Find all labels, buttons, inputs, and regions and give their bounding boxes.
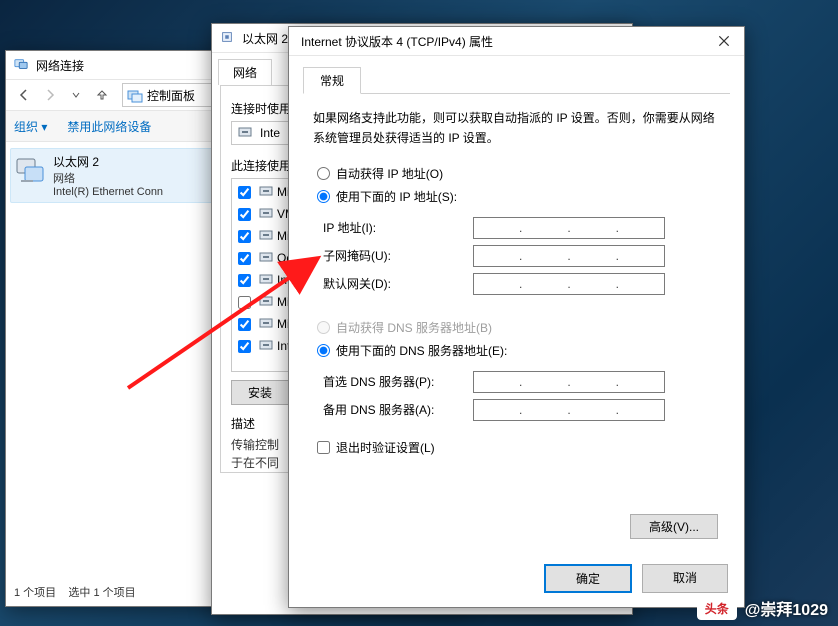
adapter-name: 以太网 2 [53,153,163,170]
protocol-checkbox[interactable] [238,340,251,353]
close-button[interactable] [704,27,744,55]
protocol-checkbox[interactable] [238,230,251,243]
radio-use-dns[interactable]: 使用下面的 DNS 服务器地址(E): [313,342,720,359]
adapter-name-short: Inte [260,126,280,140]
dns1-input[interactable]: ... [473,371,665,393]
protocol-checkbox[interactable] [238,186,251,199]
breadcrumb-text: 控制面板 [147,87,195,104]
nic-icon [238,124,254,143]
dns2-label: 备用 DNS 服务器(A): [323,401,473,418]
protocol-checkbox[interactable] [238,274,251,287]
protocol-icon [259,206,273,223]
network-icon [14,57,30,73]
info-text: 如果网络支持此功能，则可以获取自动指派的 IP 设置。否则，你需要从网络系统管理… [313,108,720,149]
protocol-icon [259,294,273,311]
status-bar: 1 个项目 选中 1 个项目 [14,584,136,600]
radio-auto-ip[interactable]: 自动获得 IP 地址(O) [313,165,720,182]
protocol-icon [259,272,273,289]
protocol-icon [259,228,273,245]
install-button[interactable]: 安装 [231,380,289,405]
protocol-checkbox[interactable] [238,252,251,265]
protocol-icon [259,184,273,201]
advanced-button[interactable]: 高级(V)... [630,514,718,539]
gateway-label: 默认网关(D): [323,275,473,292]
status-selected: 选中 1 个项目 [68,587,135,599]
validate-checkbox[interactable]: 退出时验证设置(L) [313,439,720,456]
forward-button[interactable] [38,83,62,107]
disable-device-link[interactable]: 禁用此网络设备 [67,118,151,135]
protocol-icon [259,338,273,355]
tab-general[interactable]: 常规 [303,67,361,94]
watermark: 头条 @崇拜1029 [697,596,828,620]
organize-menu[interactable]: 组织 ▾ [14,118,47,135]
ethernet-icon [220,30,236,46]
protocol-icon [259,250,273,267]
adapter-device: Intel(R) Ethernet Conn [53,186,163,198]
mask-input[interactable]: ... [473,245,665,267]
status-count: 1 个项目 [14,587,56,599]
back-button[interactable] [12,83,36,107]
protocol-checkbox[interactable] [238,318,251,331]
tab-network[interactable]: 网络 [218,59,272,85]
ipv4-properties-dialog: Internet 协议版本 4 (TCP/IPv4) 属性 常规 如果网络支持此… [288,26,745,608]
adapter-item-ethernet2[interactable]: 以太网 2 网络 Intel(R) Ethernet Conn [10,148,220,203]
dns1-label: 首选 DNS 服务器(P): [323,373,473,390]
protocol-icon [259,316,273,333]
control-panel-icon [127,87,143,103]
adapter-status: 网络 [53,170,163,186]
up-button[interactable] [90,83,114,107]
watermark-author: @崇拜1029 [745,596,828,620]
ok-button[interactable]: 确定 [544,564,632,593]
dialog-title: Internet 协议版本 4 (TCP/IPv4) 属性 [297,33,704,50]
radio-auto-dns: 自动获得 DNS 服务器地址(B) [313,319,720,336]
titlebar: Internet 协议版本 4 (TCP/IPv4) 属性 [289,27,744,56]
ip-label: IP 地址(I): [323,219,473,236]
adapter-icon [15,153,47,185]
dns2-input[interactable]: ... [473,399,665,421]
gateway-input[interactable]: ... [473,273,665,295]
radio-use-ip[interactable]: 使用下面的 IP 地址(S): [313,188,720,205]
cancel-button[interactable]: 取消 [642,564,728,593]
protocol-checkbox[interactable] [238,208,251,221]
watermark-logo: 头条 [697,597,737,620]
recent-dropdown[interactable] [64,83,88,107]
protocol-checkbox[interactable] [238,296,251,309]
ip-input[interactable]: ... [473,217,665,239]
mask-label: 子网掩码(U): [323,247,473,264]
